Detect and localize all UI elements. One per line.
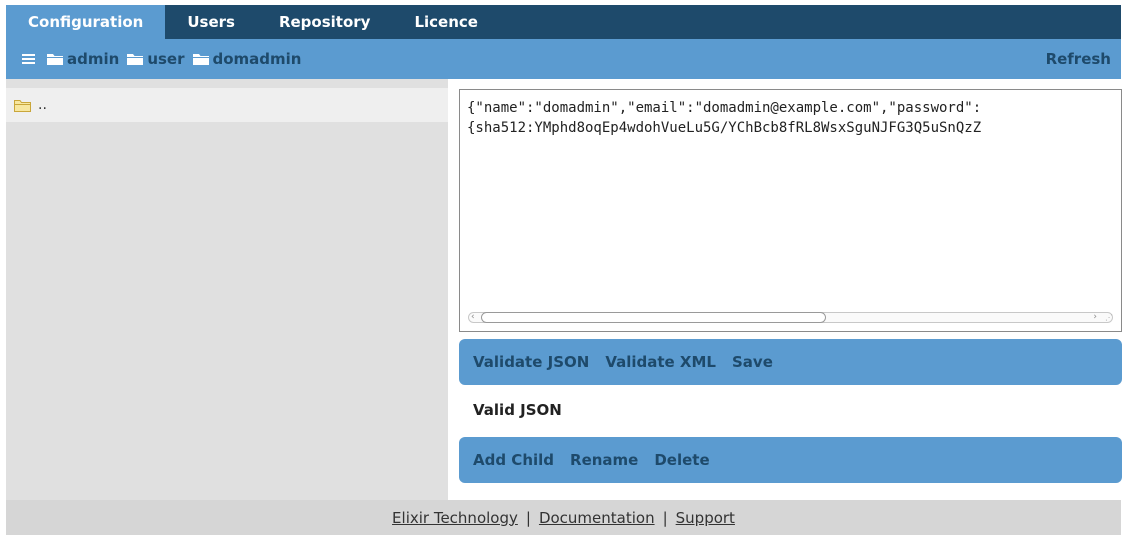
validate-xml-button[interactable]: Validate XML bbox=[605, 353, 716, 371]
validation-toolbar: Validate JSON Validate XML Save bbox=[459, 339, 1122, 385]
tab-configuration[interactable]: Configuration bbox=[6, 5, 166, 39]
tree-item-label: .. bbox=[38, 97, 47, 113]
scroll-right-icon[interactable]: › bbox=[1093, 310, 1097, 325]
tab-bar: Configuration Users Repository Licence bbox=[6, 5, 1121, 39]
footer-separator: | bbox=[525, 508, 531, 527]
breadcrumb-label: domadmin bbox=[212, 50, 302, 68]
editor-pane: {"name":"domadmin","email":"domadmin@exa… bbox=[448, 79, 1122, 500]
node-toolbar: Add Child Rename Delete bbox=[459, 437, 1122, 483]
folder-open-icon bbox=[14, 99, 31, 112]
footer-link-documentation[interactable]: Documentation bbox=[539, 509, 655, 527]
tab-repository[interactable]: Repository bbox=[257, 5, 393, 39]
breadcrumb-item-admin[interactable]: admin bbox=[47, 50, 119, 68]
validation-status: Valid JSON bbox=[473, 401, 562, 419]
folder-icon bbox=[127, 54, 144, 65]
validate-json-button[interactable]: Validate JSON bbox=[473, 353, 589, 371]
breadcrumb-label: user bbox=[147, 50, 185, 68]
folder-icon bbox=[192, 54, 209, 65]
app-window: Configuration Users Repository Licence a… bbox=[0, 0, 1123, 535]
footer-link-support[interactable]: Support bbox=[676, 509, 735, 527]
breadcrumb-label: admin bbox=[67, 50, 120, 68]
editor-line: {sha512:YMphd8oqEp4wdohVueLu5G/YChBcb8fR… bbox=[467, 120, 982, 136]
footer-separator: | bbox=[662, 508, 668, 527]
footer: Elixir Technology | Documentation | Supp… bbox=[6, 500, 1121, 535]
tab-users[interactable]: Users bbox=[165, 5, 257, 39]
breadcrumb-item-domadmin[interactable]: domadmin bbox=[192, 50, 302, 68]
folder-icon bbox=[47, 54, 63, 65]
breadcrumb: admin user domadmin bbox=[22, 39, 303, 79]
footer-link-elixir[interactable]: Elixir Technology bbox=[392, 509, 518, 527]
hamburger-icon[interactable] bbox=[22, 54, 35, 64]
tab-licence[interactable]: Licence bbox=[392, 5, 500, 39]
breadcrumb-item-user[interactable]: user bbox=[127, 50, 185, 68]
refresh-button[interactable]: Refresh bbox=[1046, 39, 1111, 79]
editor-content[interactable]: {"name":"domadmin","email":"domadmin@exa… bbox=[467, 98, 981, 138]
tree-pane: .. bbox=[6, 79, 448, 500]
scrollbar-thumb[interactable] bbox=[481, 312, 826, 323]
delete-button[interactable]: Delete bbox=[654, 451, 709, 469]
breadcrumb-bar: admin user domadmin Refresh bbox=[6, 39, 1121, 79]
rename-button[interactable]: Rename bbox=[570, 451, 638, 469]
json-editor[interactable]: {"name":"domadmin","email":"domadmin@exa… bbox=[459, 89, 1122, 332]
tree-item-parent[interactable]: .. bbox=[6, 88, 448, 122]
save-button[interactable]: Save bbox=[732, 353, 773, 371]
scroll-left-icon[interactable]: ‹ bbox=[471, 310, 475, 325]
add-child-button[interactable]: Add Child bbox=[473, 451, 554, 469]
resize-grip-icon[interactable]: ⋰ bbox=[1105, 313, 1113, 323]
editor-line: {"name":"domadmin","email":"domadmin@exa… bbox=[467, 100, 982, 116]
horizontal-scrollbar[interactable]: ‹ › ⋰ bbox=[468, 310, 1113, 325]
